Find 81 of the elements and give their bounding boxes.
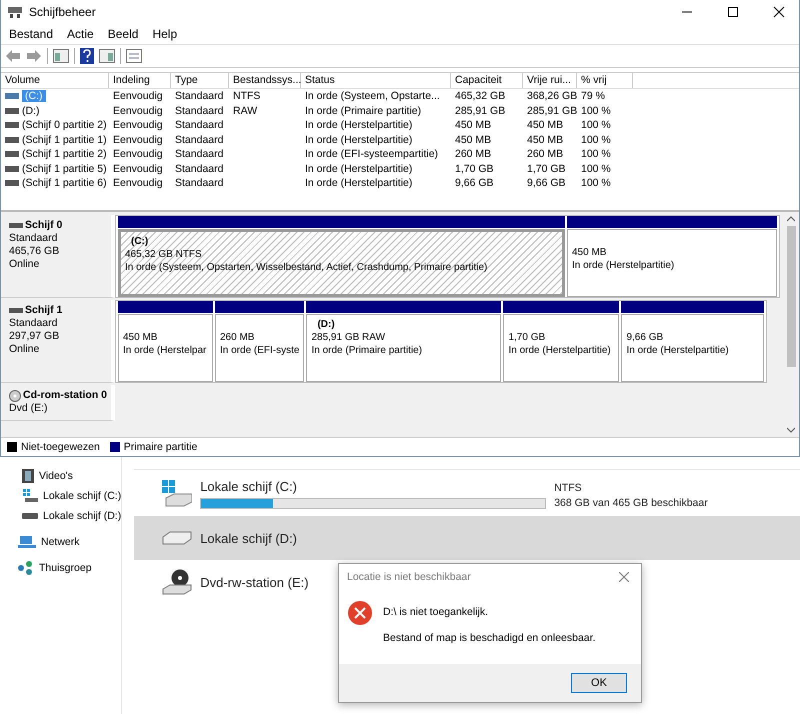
- dialog-title: Locatie is niet beschikbaar: [347, 571, 471, 583]
- table-cell: 450 MB: [455, 134, 492, 146]
- table-cell: 100 %: [581, 104, 611, 117]
- disk-info: Online: [9, 343, 40, 356]
- disk-info: Dvd (E:): [9, 402, 49, 415]
- table-cell: In orde (Systeem, Opstarte...: [305, 90, 440, 102]
- drive-name: Lokale schijf (D:): [200, 530, 298, 546]
- table-cell: Standaard: [175, 134, 224, 146]
- partition-status: In orde (Herstelpartitie): [626, 344, 730, 357]
- legend-label: Primaire partitie: [124, 441, 198, 453]
- table-cell: Standaard: [175, 90, 224, 102]
- error-message: D:\ is niet toegankelijk.: [383, 606, 490, 618]
- table-cell: 285,91 GB: [455, 104, 506, 117]
- table-cell: Standaard: [175, 148, 224, 160]
- table-cell: 285,91 GB: [527, 104, 578, 117]
- disk-info: Online: [9, 258, 40, 271]
- table-cell: 368,26 GB: [527, 90, 578, 102]
- table-cell: NTFS: [233, 90, 260, 102]
- table-cell: Eenvoudig: [113, 90, 163, 102]
- table-cell: In orde (Primaire partitie): [305, 104, 422, 117]
- table-cell: Eenvoudig: [113, 134, 163, 146]
- table-cell: Standaard: [175, 104, 224, 117]
- partition-status: In orde (Primaire partitie): [311, 344, 424, 357]
- partition-size: 450 MB: [123, 331, 158, 344]
- table-cell: 1,70 GB: [455, 162, 494, 175]
- partition-status: In orde (Herstelpartitie): [572, 259, 676, 272]
- table-cell: Eenvoudig: [113, 162, 163, 175]
- free-space-label: 368 GB van 465 GB beschikbaar: [554, 496, 708, 508]
- partition-label: (C:): [130, 235, 150, 248]
- drive-name: Lokale schijf (C:): [200, 479, 298, 494]
- disk-info: 297,97 GB: [9, 330, 60, 343]
- table-cell: In orde (Herstelpartitie): [305, 177, 412, 190]
- table-cell: 260 MB: [527, 148, 564, 160]
- table-cell: In orde (Herstelpartitie): [305, 134, 412, 146]
- table-cell: In orde (Herstelpartitie): [305, 119, 412, 132]
- partition-status: In orde (Systeem, Opstarten, Wisselbestand, Actief, Crashdump, Primaire partitie): [125, 261, 488, 274]
- disk-info: 465,76 GB: [9, 245, 60, 258]
- table-cell: 260 MB: [455, 148, 492, 160]
- table-cell: 100 %: [581, 148, 611, 160]
- table-cell: 465,32 GB: [455, 90, 506, 102]
- drive-name: Dvd-rw-station (E:): [200, 574, 309, 590]
- filesystem-label: NTFS: [554, 482, 583, 494]
- table-cell: 450 MB: [455, 119, 492, 132]
- disk-info: Standaard: [9, 317, 58, 330]
- table-cell: 450 MB: [527, 119, 564, 132]
- table-cell: 79 %: [581, 90, 605, 102]
- table-cell: Standaard: [175, 119, 224, 132]
- table-cell: In orde (Herstelpartitie): [305, 162, 412, 175]
- table-cell: 100 %: [581, 119, 611, 132]
- partition-status: In orde (Herstelpar: [123, 344, 208, 357]
- table-cell: 100 %: [581, 134, 611, 146]
- table-cell: Eenvoudig: [113, 177, 163, 190]
- disk-name: Cd-rom-station 0: [23, 389, 107, 402]
- partition-label: (D:): [316, 318, 336, 331]
- partition-size: 1,70 GB: [508, 331, 546, 344]
- partition-status: In orde (EFI-syste: [220, 344, 300, 357]
- table-cell: 9,66 GB: [455, 177, 494, 190]
- partition-size: 260 MB: [220, 331, 256, 344]
- table-cell: Eenvoudig: [113, 148, 163, 160]
- table-cell: 100 %: [581, 162, 611, 175]
- disk-info: Standaard: [9, 232, 58, 245]
- table-cell: 9,66 GB: [527, 177, 566, 190]
- table-cell: RAW: [233, 104, 258, 117]
- window-title: Schijfbeheer: [29, 5, 96, 19]
- partition-status: In orde (Herstelpartitie): [508, 344, 612, 357]
- partition-size: 465,32 GB NTFS: [125, 248, 203, 261]
- legend-label: Niet-toegewezen: [21, 441, 100, 453]
- table-cell: 450 MB: [527, 134, 564, 146]
- disk-name: Schijf 1: [25, 304, 62, 317]
- table-cell: Standaard: [175, 162, 224, 175]
- partition-size: 285,91 GB RAW: [311, 331, 386, 344]
- table-cell: 1,70 GB: [527, 162, 566, 175]
- partition-size: 9,66 GB: [626, 331, 664, 344]
- table-cell: 100 %: [581, 177, 611, 190]
- error-detail: Bestand of map is beschadigd en onleesbaar.: [383, 632, 596, 644]
- table-cell: Eenvoudig: [113, 119, 163, 132]
- partition-size: 450 MB: [572, 246, 608, 259]
- disk-name: Schijf 0: [25, 219, 62, 232]
- table-cell: Eenvoudig: [113, 104, 163, 117]
- table-cell: Standaard: [175, 177, 224, 190]
- table-cell: In orde (EFI-systeempartitie): [305, 148, 438, 160]
